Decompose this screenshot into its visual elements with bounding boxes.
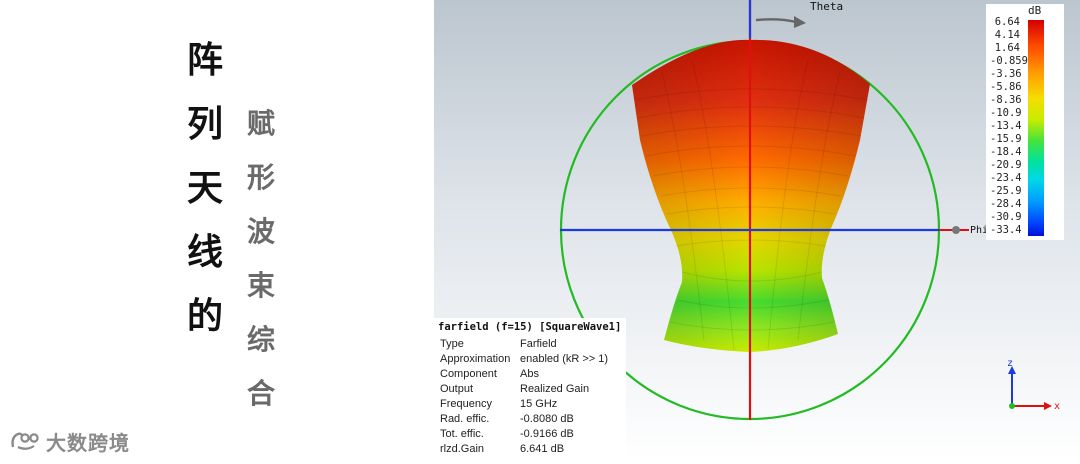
legend-tick: -33.4: [990, 224, 1022, 236]
legend-tick: -28.4: [990, 198, 1022, 210]
legend-tick: 4.14: [994, 29, 1020, 41]
farfield-info-panel: farfield (f=15) [SquareWave1] Type Farfie…: [434, 318, 626, 460]
title-char: 天: [186, 168, 223, 209]
info-header: farfield (f=15) [SquareWave1]: [438, 321, 622, 333]
orientation-triad: z x: [1007, 358, 1060, 412]
watermark-logo-icon: [10, 429, 46, 453]
info-row: Rad. effic. -0.8080 dB: [440, 413, 574, 425]
title-char: 线: [186, 232, 223, 273]
subtitle-char: 综: [246, 323, 275, 356]
legend-tick: -23.4: [990, 172, 1022, 184]
legend-unit: dB: [1028, 4, 1042, 17]
subtitle-char: 束: [246, 269, 275, 302]
legend-tick: -0.859: [990, 55, 1028, 67]
info-row: Type Farfield: [440, 338, 557, 350]
info-key: Component: [440, 368, 497, 380]
info-key: Output: [440, 383, 474, 395]
legend-tick: -8.36: [990, 94, 1022, 106]
info-key: Tot. effic.: [440, 428, 484, 440]
info-row: Tot. effic. -0.9166 dB: [440, 428, 574, 440]
info-value: -0.9166 dB: [520, 428, 574, 440]
color-scale-legend: dB 6.64 4.14 1.64 -0.859 -3.36 -5.86 -8.…: [986, 4, 1064, 240]
title-char: 的: [186, 296, 223, 337]
title-char: 阵: [186, 40, 223, 81]
legend-tick: -5.86: [990, 81, 1022, 93]
theta-arrow-icon: [755, 18, 797, 24]
info-key: Rad. effic.: [440, 413, 490, 425]
phi-axis-marker: [952, 226, 960, 234]
info-row: Component Abs: [440, 368, 539, 380]
info-value: Farfield: [520, 338, 557, 350]
subtitle-char: 合: [246, 377, 275, 410]
info-key: rlzd.Gain: [440, 443, 485, 455]
subtitle-vertical: 赋 形 波 束 综 合: [244, 104, 278, 428]
legend-tick: -20.9: [990, 159, 1022, 171]
x-axis-label: x: [1054, 401, 1060, 412]
title-char: 列: [186, 104, 223, 145]
legend-tick: 1.64: [994, 42, 1020, 54]
legend-color-bar: [1028, 20, 1044, 236]
info-row: Approximation enabled (kR >> 1): [440, 353, 608, 365]
watermark-text: 大数跨境: [46, 430, 130, 455]
subtitle-char: 波: [246, 215, 275, 248]
legend-tick: 6.64: [994, 16, 1020, 28]
info-value: 6.641 dB: [520, 443, 565, 455]
info-value: 15 GHz: [520, 398, 558, 410]
theta-label: Theta: [810, 0, 843, 13]
subtitle-char: 形: [246, 161, 275, 194]
legend-tick: -30.9: [990, 211, 1022, 223]
info-value: enabled (kR >> 1): [520, 353, 609, 365]
legend-tick: -13.4: [990, 120, 1022, 132]
info-key: Frequency: [440, 398, 492, 410]
info-key: Approximation: [440, 353, 511, 365]
legend-tick: -10.9: [990, 107, 1022, 119]
info-value: Realized Gain: [520, 383, 590, 395]
info-row: Frequency 15 GHz: [440, 398, 557, 410]
subtitle-char: 赋: [246, 107, 275, 140]
info-key: Type: [440, 338, 464, 350]
info-value: Abs: [520, 368, 539, 380]
legend-tick: -18.4: [990, 146, 1022, 158]
info-value: -0.8080 dB: [520, 413, 574, 425]
legend-tick: -15.9: [990, 133, 1022, 145]
z-axis-label: z: [1007, 358, 1013, 369]
info-row: rlzd.Gain 6.641 dB: [440, 443, 564, 455]
legend-tick: -3.36: [990, 68, 1022, 80]
info-row: Output Realized Gain: [440, 383, 589, 395]
theta-arrowhead-icon: [794, 16, 806, 28]
title-vertical: 阵 列 天 线 的: [185, 35, 225, 355]
watermark: 大数跨境: [10, 426, 130, 456]
legend-tick: -25.9: [990, 185, 1022, 197]
